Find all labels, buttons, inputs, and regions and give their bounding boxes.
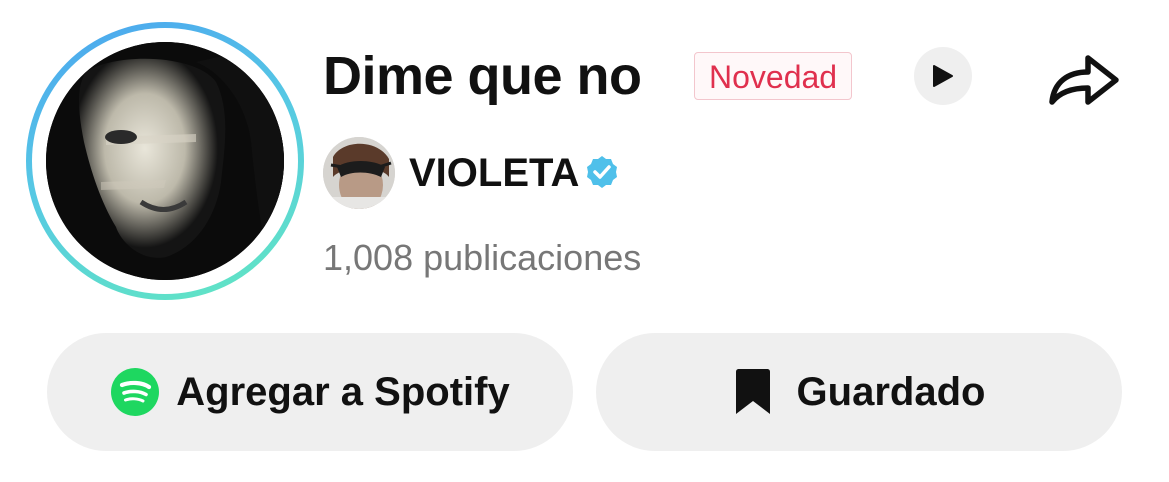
verified-check-icon [587, 156, 617, 188]
new-badge: Novedad [694, 52, 853, 100]
song-title: Dime que no [323, 46, 642, 106]
play-icon [933, 65, 953, 87]
bookmark-filled-icon [735, 369, 770, 414]
song-cover[interactable] [26, 22, 304, 300]
spotify-logo-icon [111, 368, 160, 416]
add-to-spotify-button[interactable]: Agregar a Spotify [47, 333, 573, 451]
post-count: 1,008 publicaciones [323, 237, 642, 278]
artist-name[interactable]: VIOLETA [409, 150, 579, 196]
add-to-spotify-label: Agregar a Spotify [176, 369, 510, 414]
share-button[interactable] [1046, 48, 1122, 110]
share-arrow-icon [1049, 55, 1119, 105]
saved-label: Guardado [796, 369, 986, 414]
cover-image [46, 42, 284, 280]
artist-avatar[interactable] [323, 137, 395, 209]
play-button[interactable] [914, 47, 972, 105]
saved-button[interactable]: Guardado [596, 333, 1122, 451]
